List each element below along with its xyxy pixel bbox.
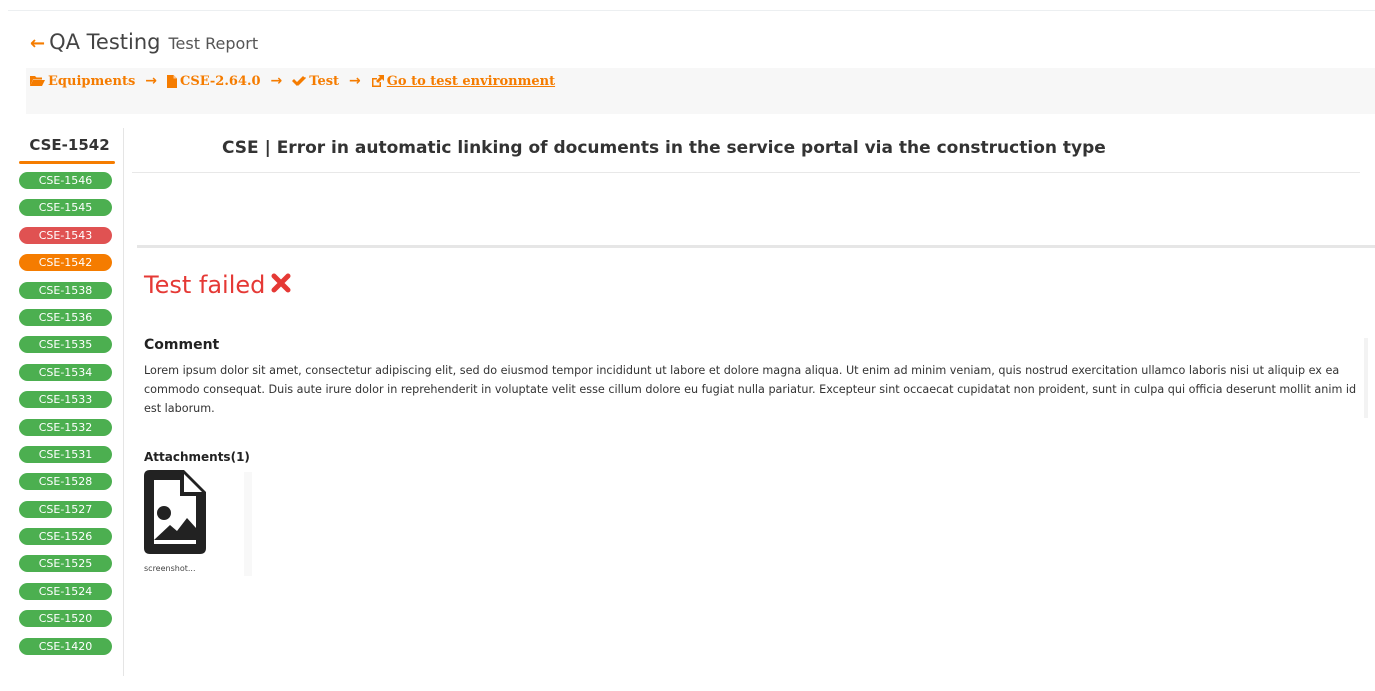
back-arrow-icon[interactable]: ← [30, 33, 45, 54]
file-icon [167, 74, 178, 88]
page-title: QA Testing [49, 30, 161, 54]
ticket-pill[interactable]: CSE-1546 [19, 172, 112, 189]
ticket-pill[interactable]: CSE-1420 [19, 637, 112, 655]
sidebar-current-ticket: CSE-1542 [29, 136, 110, 154]
comment-body: Lorem ipsum dolor sit amet, consectetur … [144, 364, 1357, 415]
breadcrumb-label: Equipments [48, 73, 136, 89]
sidebar-active-indicator [19, 161, 115, 164]
breadcrumb-label: CSE-2.64.0 [180, 73, 261, 89]
comment-scrollbar[interactable] [1364, 338, 1368, 418]
top-divider [8, 10, 1375, 11]
breadcrumb-item-equipments[interactable]: Equipments [30, 74, 135, 89]
ticket-pill[interactable]: CSE-1542 [19, 254, 112, 272]
ticket-pill[interactable]: CSE-1527 [19, 500, 112, 518]
ticket-pill[interactable]: CSE-1524 [19, 582, 112, 600]
breadcrumb: Equipments → CSE-2.64.0 → Test → Go to t… [30, 73, 555, 89]
ticket-list: CSE-1546 CSE-1545 CSE-1543 CSE-1542 CSE-… [19, 172, 112, 665]
breadcrumb-label: Go to test environment [386, 73, 556, 89]
ticket-pill[interactable]: CSE-1535 [19, 336, 112, 354]
ticket-pill[interactable]: CSE-1526 [19, 528, 112, 546]
page-subtitle: Test Report [168, 34, 259, 53]
app-root: ← QA Testing Test Report Equipments → CS… [0, 0, 1375, 691]
ticket-pill[interactable]: CSE-1520 [19, 610, 112, 628]
test-result-label: Test failed [144, 271, 266, 299]
breadcrumb-item-version[interactable]: CSE-2.64.0 [167, 74, 261, 89]
attachment-side-panel [244, 472, 252, 576]
ticket-pill[interactable]: CSE-1531 [19, 445, 112, 463]
breadcrumb-label: Test [309, 73, 340, 89]
ticket-pill[interactable]: CSE-1543 [19, 226, 112, 244]
external-link-icon [371, 74, 384, 88]
comment-heading: Comment [144, 337, 220, 353]
folder-open-icon [30, 75, 45, 87]
ticket-pill[interactable]: CSE-1534 [19, 363, 112, 381]
attachment-name: screenshot... [144, 564, 196, 573]
arrow-right-icon: → [349, 73, 361, 89]
breadcrumb-item-test[interactable]: Test [292, 74, 339, 89]
ticket-pill[interactable]: CSE-1545 [19, 199, 112, 217]
ticket-sidebar: CSE-1542 CSE-1546 CSE-1545 CSE-1543 CSE-… [16, 128, 124, 676]
x-mark-icon [271, 271, 291, 299]
ticket-pill[interactable]: CSE-1525 [19, 555, 112, 573]
breadcrumb-bar: Equipments → CSE-2.64.0 → Test → Go to t… [26, 68, 1375, 114]
attachment-item[interactable]: screenshot... [144, 470, 252, 576]
ticket-pill[interactable]: CSE-1538 [19, 281, 112, 299]
check-double-icon [292, 75, 307, 87]
issue-title: CSE | Error in automatic linking of docu… [222, 138, 1106, 158]
section-divider [137, 245, 1375, 248]
ticket-pill[interactable]: CSE-1533 [19, 391, 112, 409]
attachments-heading: Attachments(1) [144, 450, 250, 464]
test-result: Test failed [144, 271, 291, 299]
arrow-right-icon: → [145, 73, 158, 89]
ticket-pill[interactable]: CSE-1532 [19, 418, 112, 436]
breadcrumb-item-test-environment-link[interactable]: Go to test environment [371, 74, 555, 89]
ticket-pill[interactable]: CSE-1528 [19, 473, 112, 491]
arrow-right-icon: → [270, 73, 283, 89]
title-divider [132, 172, 1360, 173]
page-header: ← QA Testing Test Report [30, 30, 258, 54]
ticket-pill[interactable]: CSE-1536 [19, 308, 112, 326]
